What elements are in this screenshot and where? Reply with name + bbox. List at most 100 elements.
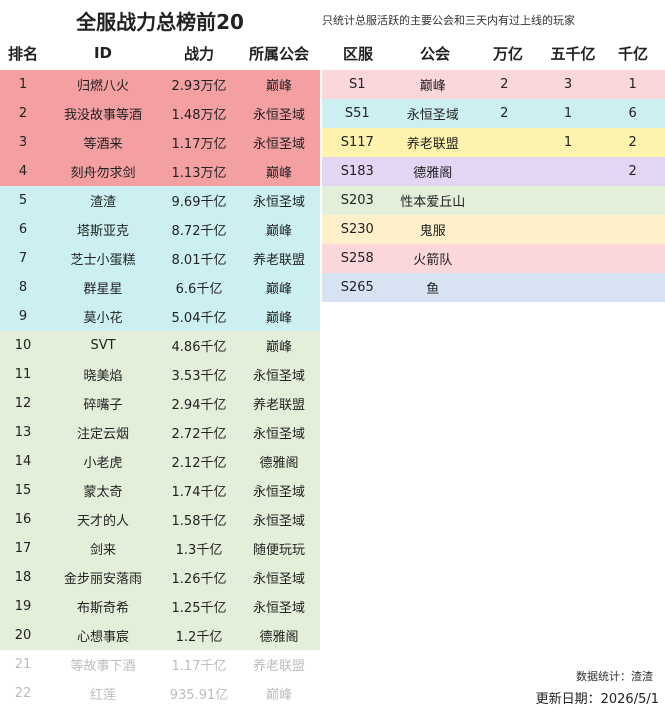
rank-cell: 1 — [18, 77, 28, 92]
rank-cell: 15 — [14, 483, 32, 498]
server-cell: S258 — [340, 251, 374, 266]
power-cell: 935.91亿 — [169, 688, 229, 703]
guild-cell: 永恒圣域 — [252, 427, 305, 442]
guild-cell: 巅峰 — [265, 166, 292, 181]
player-id-cell: 布斯奇希 — [76, 601, 129, 616]
player-id-cell: 金步丽安落雨 — [63, 572, 142, 587]
ranking-row: 21 等故事下酒 1.17千亿 养老联盟 — [0, 650, 320, 679]
guild-cell: 巅峰 — [265, 224, 292, 239]
guild-cell: 永恒圣域 — [252, 514, 305, 529]
power-cell: 2.94千亿 — [171, 398, 227, 413]
ranking-row: 17 剑来 1.3千亿 随便玩玩 — [0, 534, 320, 563]
ranking-row: 11 晓美焰 3.53千亿 永恒圣域 — [0, 360, 320, 389]
ranking-row: 9 莫小花 5.04千亿 巅峰 — [0, 302, 320, 331]
power-cell: 3.53千亿 — [171, 369, 227, 384]
qianyi-count-cell: 2 — [628, 164, 637, 179]
wuqianyi-count-cell: 3 — [563, 77, 573, 92]
guild-cell: 德雅阁 — [259, 630, 299, 645]
rank-cell: 10 — [14, 338, 32, 353]
qianyi-count-cell: 6 — [628, 106, 637, 121]
ranking-row: 14 小老虎 2.12千亿 德雅阁 — [0, 447, 320, 476]
server-row: S230 鬼服 — [322, 215, 665, 244]
ranking-row: 18 金步丽安落雨 1.26千亿 永恒圣域 — [0, 563, 320, 592]
power-cell: 6.6千亿 — [175, 282, 223, 297]
server-cell: S117 — [340, 135, 374, 150]
player-id-cell: SVT — [90, 338, 116, 353]
guild-cell: 巅峰 — [265, 340, 292, 355]
ranking-row: 12 碎嘴子 2.94千亿 养老联盟 — [0, 389, 320, 418]
server-row: S265 鱼 — [322, 273, 665, 302]
rank-cell: 4 — [18, 164, 28, 179]
power-cell: 5.04千亿 — [171, 311, 227, 326]
power-cell: 1.25千亿 — [171, 601, 227, 616]
player-id-cell: 塔斯亚克 — [76, 224, 129, 239]
server-guild-cell: 鱼 — [426, 282, 440, 297]
wuqianyi-count-cell: 1 — [563, 135, 573, 150]
player-id-cell: 碎嘴子 — [83, 398, 123, 413]
server-cell: S203 — [340, 193, 374, 208]
rank-cell: 17 — [14, 541, 32, 556]
wuqianyi-count-cell — [536, 215, 601, 244]
wanyi-count-cell — [473, 128, 536, 157]
qianyi-count-cell — [600, 215, 665, 244]
player-id-cell: 等故事下酒 — [70, 659, 136, 674]
rank-cell: 14 — [14, 454, 32, 469]
rank-cell: 9 — [18, 309, 28, 324]
player-id-cell: 天才的人 — [76, 514, 129, 529]
player-id-cell: 注定云烟 — [76, 427, 129, 442]
rank-cell: 19 — [14, 599, 32, 614]
rank-cell: 12 — [14, 396, 32, 411]
guild-cell: 随便玩玩 — [252, 543, 305, 558]
power-cell: 1.48万亿 — [171, 108, 227, 123]
player-id-cell: 剑来 — [89, 543, 116, 558]
server-cell: S51 — [344, 106, 370, 121]
player-id-cell: 我没故事等酒 — [63, 108, 142, 123]
server-row: S258 火箭队 — [322, 244, 665, 273]
guild-cell: 养老联盟 — [252, 659, 305, 674]
ranking-row: 2 我没故事等酒 1.48万亿 永恒圣域 — [0, 99, 320, 128]
rank-cell: 2 — [18, 106, 28, 121]
page-title: 全服战力总榜前20 — [76, 10, 244, 34]
wanyi-count-cell — [473, 215, 536, 244]
server-guild-cell: 德雅阁 — [413, 166, 453, 181]
rank-cell: 11 — [14, 367, 32, 382]
player-id-cell: 渣渣 — [89, 195, 116, 210]
power-cell: 8.72千亿 — [171, 224, 227, 239]
power-cell: 1.58千亿 — [171, 514, 227, 529]
header-rank: 排名 — [7, 44, 38, 63]
server-guild-cell: 火箭队 — [413, 253, 453, 268]
server-guild-cell: 鬼服 — [419, 224, 446, 239]
guild-cell: 永恒圣域 — [252, 195, 305, 210]
wanyi-count-cell: 2 — [500, 77, 509, 92]
guild-cell: 巅峰 — [265, 311, 292, 326]
player-id-cell: 小老虎 — [83, 456, 123, 471]
player-id-cell: 蒙太奇 — [83, 485, 123, 500]
guild-cell: 永恒圣域 — [252, 369, 305, 384]
ranking-row: 15 蒙太奇 1.74千亿 永恒圣域 — [0, 476, 320, 505]
qianyi-count-cell: 1 — [628, 77, 637, 92]
ranking-row: 7 芝士小蛋糕 8.01千亿 养老联盟 — [0, 244, 320, 273]
guild-cell: 永恒圣域 — [252, 572, 305, 587]
ranking-row: 8 群星星 6.6千亿 巅峰 — [0, 273, 320, 302]
power-cell: 1.13万亿 — [171, 166, 227, 181]
header-guild-name: 公会 — [419, 44, 450, 63]
page-subtitle: 只统计总服活跃的主要公会和三天内有过上线的玩家 — [322, 14, 575, 27]
player-id-cell: 刻舟勿求剑 — [70, 166, 136, 181]
power-cell: 2.12千亿 — [171, 456, 227, 471]
player-id-cell: 等酒来 — [83, 137, 123, 152]
ranking-row: 10 SVT 4.86千亿 巅峰 — [0, 331, 320, 360]
power-cell: 1.17千亿 — [171, 659, 227, 674]
guild-cell: 养老联盟 — [252, 253, 305, 268]
player-id-cell: 红莲 — [89, 688, 116, 703]
wuqianyi-count-cell — [536, 157, 601, 186]
guild-cell: 德雅阁 — [259, 456, 299, 471]
ranking-row: 4 刻舟勿求剑 1.13万亿 巅峰 — [0, 157, 320, 186]
rank-cell: 20 — [14, 628, 32, 643]
guild-cell: 养老联盟 — [252, 398, 305, 413]
server-cell: S265 — [340, 280, 374, 295]
header-power: 战力 — [183, 44, 214, 63]
server-row: S51 永恒圣域 2 1 6 — [322, 99, 665, 128]
rank-cell: 7 — [18, 251, 28, 266]
wanyi-count-cell: 2 — [500, 106, 509, 121]
rank-cell: 22 — [14, 686, 32, 701]
